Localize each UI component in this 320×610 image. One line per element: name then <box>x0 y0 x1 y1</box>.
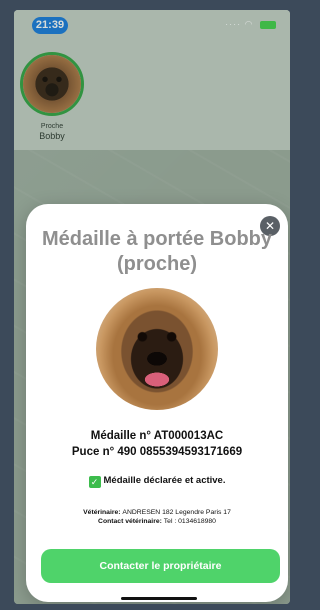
dog-photo <box>96 288 218 410</box>
card-title: Médaille à portée Bobby (proche) <box>41 228 273 275</box>
declared-status: ✓ Médaille déclarée et active. <box>26 474 288 488</box>
contact-owner-button[interactable]: Contacter le propriétaire <box>41 549 280 583</box>
chip-number: Puce n° 490 0855394593171669 <box>71 446 243 458</box>
app-screen: 21:39 ···· ◠ Proche Bobby ✕ Médaille à p… <box>14 10 290 604</box>
vet-label: Vétérinaire: <box>83 509 121 516</box>
vet-contact-value: Tel : 0134618980 <box>163 518 216 525</box>
vet-contact-line: Contact vétérinaire: Tel : 0134618980 <box>26 517 288 526</box>
medal-number: Médaille n° AT000013AC <box>90 430 224 442</box>
vet-contact-label: Contact vétérinaire: <box>98 518 162 525</box>
check-icon: ✓ <box>88 476 101 488</box>
declared-status-text: Médaille déclarée et active. <box>103 475 226 486</box>
home-indicator <box>121 597 197 600</box>
vet-line: Vétérinaire: ANDRESEN 182 Legendre Paris… <box>26 508 288 517</box>
vet-info: Vétérinaire: ANDRESEN 182 Legendre Paris… <box>26 508 288 526</box>
vet-value: ANDRESEN 182 Legendre Paris 17 <box>122 509 231 516</box>
medal-card: ✕ Médaille à portée Bobby (proche) Médai… <box>26 204 288 602</box>
